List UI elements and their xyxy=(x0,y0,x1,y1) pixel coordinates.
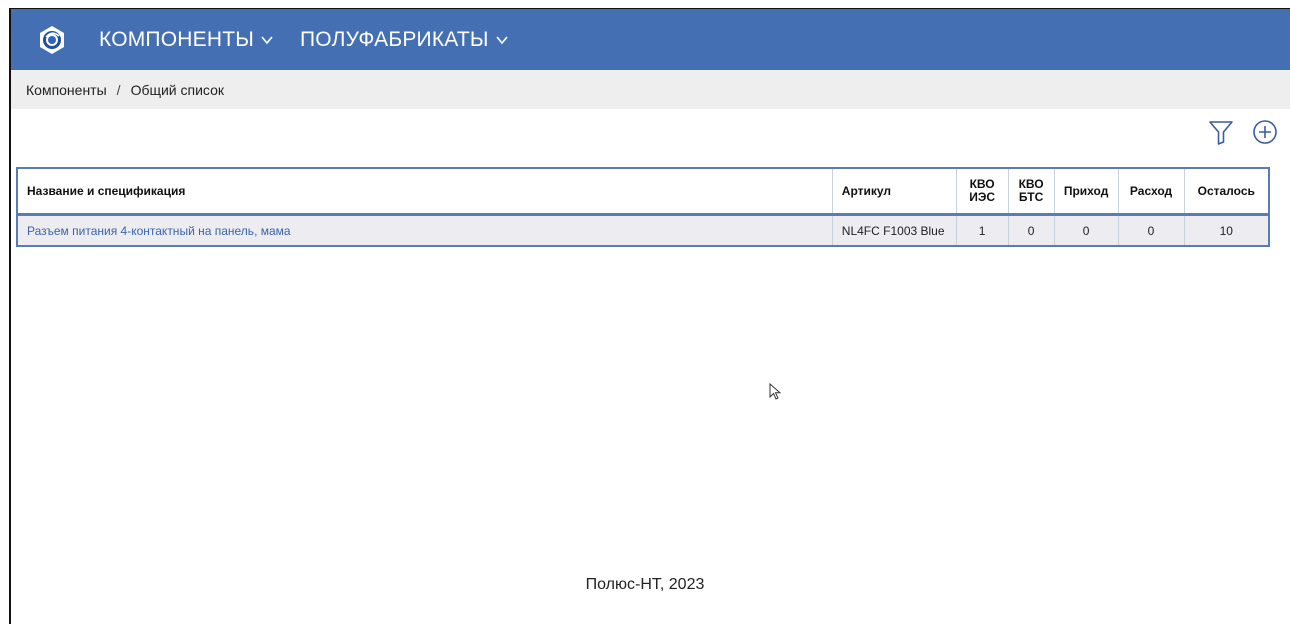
top-navigation-bar: КОМПОНЕНТЫ ПОЛУФАБРИКАТЫ xyxy=(11,9,1290,70)
app-logo-icon[interactable] xyxy=(37,25,67,55)
column-header-name[interactable]: Название и спецификация xyxy=(17,168,833,216)
cell-expense: 0 xyxy=(1118,214,1185,246)
components-table: Название и спецификация Артикул КВО ИЭС … xyxy=(16,167,1270,247)
table-header-row: Название и спецификация Артикул КВО ИЭС … xyxy=(17,168,1270,216)
breadcrumb: Компоненты / Общий список xyxy=(11,70,1290,109)
breadcrumb-separator: / xyxy=(116,81,121,98)
breadcrumb-item-general-list: Общий список xyxy=(130,81,224,98)
nav-semifinished-menu[interactable]: ПОЛУФАБРИКАТЫ xyxy=(300,28,509,52)
nav-semifinished-label: ПОЛУФАБРИКАТЫ xyxy=(300,27,489,51)
chevron-down-icon xyxy=(496,35,508,44)
table-toolbar xyxy=(1191,118,1279,146)
table-row[interactable]: Разъем питания 4-контактный на панель, м… xyxy=(17,214,1270,246)
nav-components-menu[interactable]: КОМПОНЕНТЫ xyxy=(99,28,274,52)
cell-name-link[interactable]: Разъем питания 4-контактный на панель, м… xyxy=(17,214,833,246)
cell-income: 0 xyxy=(1054,214,1119,246)
add-circle-icon[interactable] xyxy=(1251,118,1279,146)
column-header-article[interactable]: Артикул xyxy=(832,168,957,216)
footer-copyright: Полюс-НТ, 2023 xyxy=(585,576,705,593)
column-header-expense[interactable]: Расход xyxy=(1118,168,1185,216)
filter-icon[interactable] xyxy=(1207,118,1235,146)
cell-remaining: 10 xyxy=(1184,214,1270,246)
cell-article: NL4FC F1003 Blue xyxy=(832,214,957,246)
chevron-down-icon xyxy=(261,35,273,44)
app-window: КОМПОНЕНТЫ ПОЛУФАБРИКАТЫ Компоненты / Об… xyxy=(9,8,1290,624)
column-header-kvo-bts[interactable]: КВО БТС xyxy=(1008,168,1055,216)
column-header-remaining[interactable]: Осталось xyxy=(1184,168,1270,216)
mouse-cursor-icon xyxy=(769,383,781,400)
column-header-kvo-ies[interactable]: КВО ИЭС xyxy=(956,168,1009,216)
breadcrumb-item-components[interactable]: Компоненты xyxy=(26,82,107,98)
column-header-income[interactable]: Приход xyxy=(1054,168,1119,216)
nav-components-label: КОМПОНЕНТЫ xyxy=(99,27,255,51)
cell-kvo-bts: 0 xyxy=(1008,214,1055,246)
cell-kvo-ies: 1 xyxy=(956,214,1009,246)
